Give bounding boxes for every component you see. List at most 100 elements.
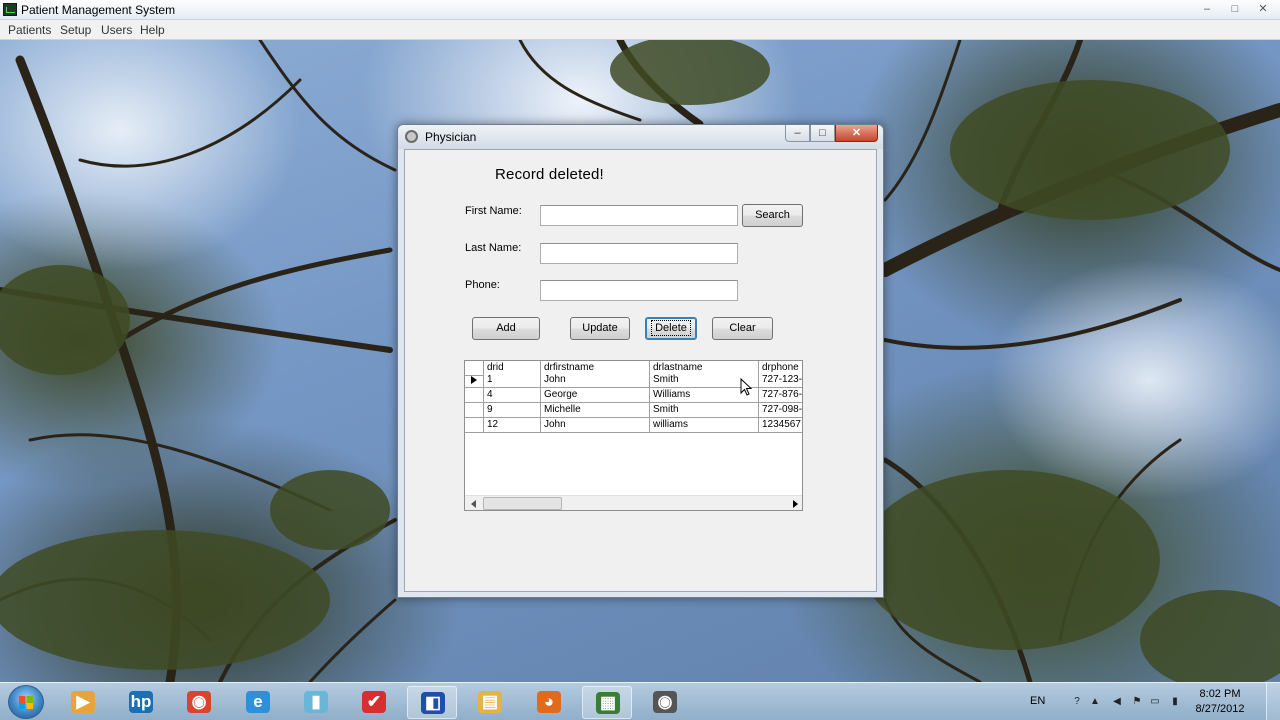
patient-management-app-icon: ▦ bbox=[596, 692, 620, 714]
app-titlebar: Patient Management System – □ ✕ bbox=[0, 0, 1280, 20]
cell-drid[interactable]: 12 bbox=[484, 418, 541, 433]
firefox-icon: ◕ bbox=[537, 691, 561, 713]
speaker-icon[interactable]: ◀ bbox=[1110, 695, 1124, 709]
physician-form: Record deleted! First Name: Search Last … bbox=[404, 149, 877, 592]
menu-patients[interactable]: Patients bbox=[8, 23, 51, 37]
show-desktop-button[interactable] bbox=[1266, 683, 1280, 720]
taskbar-item[interactable]: ◉ bbox=[174, 686, 224, 719]
app-cube-icon: ▮ bbox=[304, 691, 328, 713]
phone-label: Phone: bbox=[465, 279, 500, 291]
last-name-label: Last Name: bbox=[465, 242, 522, 254]
app-window-controls: – □ ✕ bbox=[1200, 2, 1270, 16]
help-tray-icon[interactable]: ? bbox=[1070, 695, 1084, 709]
scroll-left-arrow-icon[interactable] bbox=[471, 500, 476, 508]
add-button[interactable]: Add bbox=[472, 317, 540, 340]
cell-drfirstname[interactable]: Michelle bbox=[541, 403, 650, 418]
cell-drphone[interactable]: 727-098- bbox=[759, 403, 802, 418]
network-icon[interactable]: ▮ bbox=[1168, 695, 1182, 709]
update-button-label: Update bbox=[582, 322, 618, 334]
physician-window-titlebar[interactable]: Physician – □ ✕ bbox=[398, 125, 883, 149]
windows-logo-icon bbox=[19, 696, 33, 709]
cell-drlastname[interactable]: Smith bbox=[650, 403, 759, 418]
flag-icon[interactable]: ⚑ bbox=[1130, 695, 1144, 709]
mouse-cursor-icon bbox=[740, 378, 752, 396]
cell-drid[interactable]: 1 bbox=[484, 373, 541, 388]
chrome-icon: ◉ bbox=[187, 691, 211, 713]
search-button-label: Search bbox=[755, 209, 790, 221]
internet-explorer-icon: e bbox=[246, 691, 270, 713]
row-selector[interactable] bbox=[465, 388, 484, 403]
cell-drphone[interactable]: 727-123- bbox=[759, 373, 802, 388]
cell-drlastname[interactable]: williams bbox=[650, 418, 759, 433]
menu-help[interactable]: Help bbox=[140, 23, 165, 37]
language-indicator[interactable]: EN bbox=[1030, 695, 1045, 707]
clear-button[interactable]: Clear bbox=[712, 317, 773, 340]
start-button[interactable] bbox=[8, 685, 44, 719]
scroll-right-arrow-icon[interactable] bbox=[793, 500, 798, 508]
close-icon[interactable]: ✕ bbox=[1256, 2, 1270, 16]
app-title: Patient Management System bbox=[21, 3, 176, 17]
search-button[interactable]: Search bbox=[742, 204, 803, 227]
taskbar-item[interactable]: ◕ bbox=[524, 686, 574, 719]
cell-drfirstname[interactable]: John bbox=[541, 418, 650, 433]
taskbar-item[interactable]: ▦ bbox=[582, 686, 632, 719]
taskbar-item[interactable]: ▶ bbox=[58, 686, 108, 719]
row-selector[interactable] bbox=[465, 373, 484, 388]
table-row[interactable]: 9 Michelle Smith 727-098- bbox=[465, 403, 802, 418]
current-row-arrow-icon bbox=[471, 376, 477, 384]
scroll-thumb[interactable] bbox=[483, 497, 562, 510]
delete-button-label: Delete bbox=[651, 320, 691, 336]
clear-button-label: Clear bbox=[729, 322, 756, 334]
status-message: Record deleted! bbox=[495, 166, 604, 183]
media-player-icon: ▶ bbox=[71, 691, 95, 713]
taskbar-item[interactable]: ✔ bbox=[349, 686, 399, 719]
power-icon[interactable]: ▭ bbox=[1148, 695, 1162, 709]
gear-icon bbox=[405, 130, 418, 143]
taskbar-item[interactable]: hp bbox=[116, 686, 166, 719]
hp-icon: hp bbox=[129, 691, 153, 713]
maximize-icon[interactable]: □ bbox=[1228, 2, 1242, 16]
taskbar-item[interactable]: ◉ bbox=[640, 686, 690, 719]
row-selector[interactable] bbox=[465, 403, 484, 418]
taskbar: ▶ hp ◉ e ▮ ✔ ◧ ▤ ◕ ▦ ◉ EN ? ▲ ◀ ⚑ ▭ ▮ 8:02 PM 8/27… bbox=[0, 682, 1280, 720]
taskbar-item[interactable]: ◧ bbox=[407, 686, 457, 719]
physician-window-title: Physician bbox=[425, 130, 477, 144]
first-name-field[interactable] bbox=[540, 205, 738, 226]
cell-drid[interactable]: 4 bbox=[484, 388, 541, 403]
phone-field[interactable] bbox=[540, 280, 738, 301]
physician-window: Physician – □ ✕ Record deleted! First Na… bbox=[397, 124, 884, 598]
cell-drfirstname[interactable]: John bbox=[541, 373, 650, 388]
cell-drid[interactable]: 9 bbox=[484, 403, 541, 418]
clock-time[interactable]: 8:02 PM bbox=[1190, 688, 1250, 700]
menu-bar: Patients Setup Users Help bbox=[0, 20, 1280, 40]
cell-drfirstname[interactable]: George bbox=[541, 388, 650, 403]
minimize-icon[interactable]: – bbox=[1200, 2, 1214, 16]
close-button[interactable]: ✕ bbox=[835, 125, 878, 142]
checkmark-app-icon: ✔ bbox=[362, 691, 386, 713]
first-name-label: First Name: bbox=[465, 205, 522, 217]
show-hidden-icons-icon[interactable]: ▲ bbox=[1088, 695, 1102, 709]
row-selector[interactable] bbox=[465, 418, 484, 433]
menu-setup[interactable]: Setup bbox=[60, 23, 91, 37]
taskbar-item[interactable]: ▤ bbox=[465, 686, 515, 719]
folder-icon: ▤ bbox=[478, 691, 502, 713]
minimize-button[interactable]: – bbox=[785, 125, 810, 142]
delete-button[interactable]: Delete bbox=[645, 317, 697, 340]
menu-users[interactable]: Users bbox=[101, 23, 132, 37]
taskbar-item[interactable]: e bbox=[233, 686, 283, 719]
cell-drphone[interactable]: 1234567 bbox=[759, 418, 802, 433]
maximize-button[interactable]: □ bbox=[810, 125, 835, 142]
add-button-label: Add bbox=[496, 322, 516, 334]
clock-date[interactable]: 8/27/2012 bbox=[1190, 703, 1250, 715]
last-name-field[interactable] bbox=[540, 243, 738, 264]
update-button[interactable]: Update bbox=[570, 317, 630, 340]
taskbar-item[interactable]: ▮ bbox=[291, 686, 341, 719]
cell-drphone[interactable]: 727-876- bbox=[759, 388, 802, 403]
app-icon bbox=[3, 3, 17, 16]
physician-grid[interactable]: drid drfirstname drlastname drphone 1 Jo… bbox=[464, 360, 803, 511]
table-row[interactable]: 12 John williams 1234567 bbox=[465, 418, 802, 433]
physician-window-controls: – □ ✕ bbox=[785, 125, 878, 142]
webcam-eye-icon: ◉ bbox=[653, 691, 677, 713]
grid-horizontal-scrollbar[interactable] bbox=[465, 495, 802, 510]
visual-studio-icon: ◧ bbox=[421, 692, 445, 714]
